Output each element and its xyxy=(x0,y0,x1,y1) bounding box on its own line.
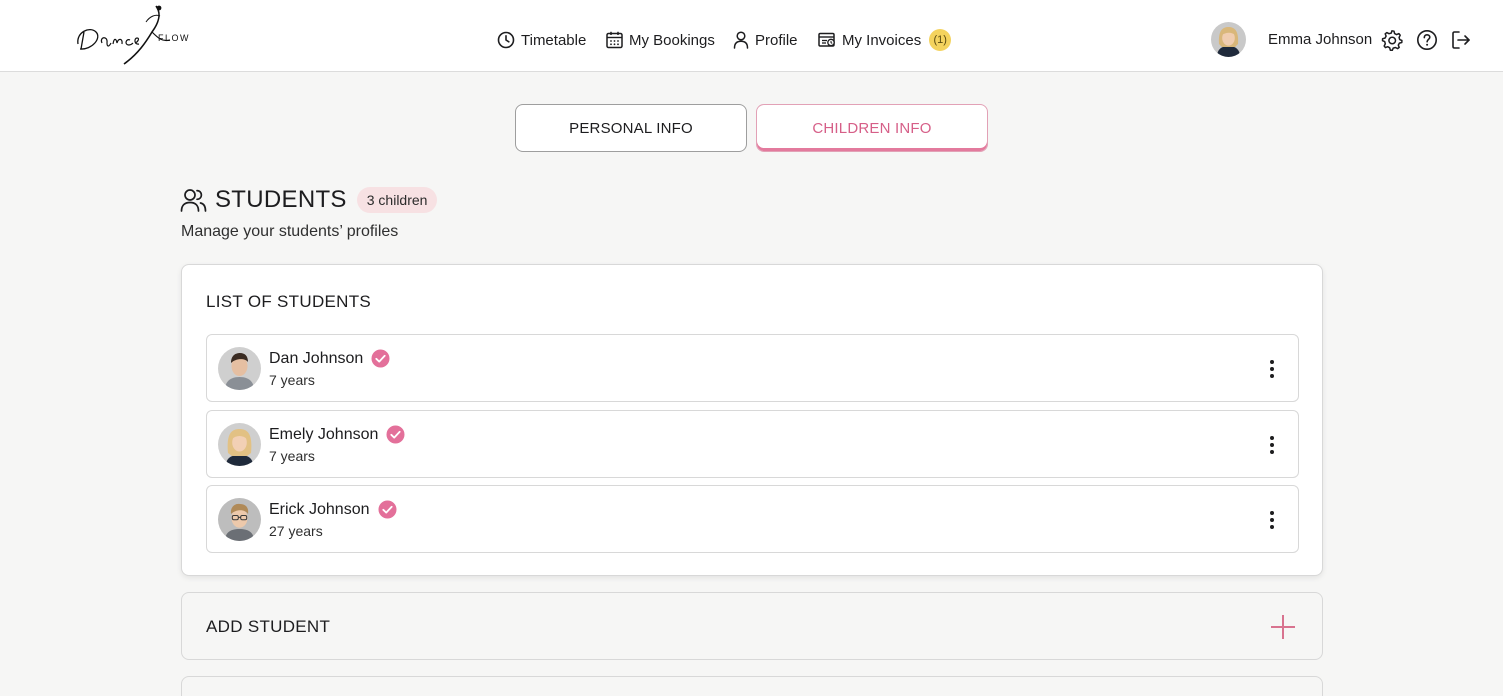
logo-flow-text: FLOW xyxy=(158,33,190,43)
top-header: FLOW Timetable My Bookings Profile My In… xyxy=(0,0,1503,72)
nav-timetable[interactable]: Timetable xyxy=(497,28,586,52)
clock-icon xyxy=(497,31,515,49)
users-icon xyxy=(180,189,207,212)
students-heading: STUDENTS 3 children xyxy=(180,186,438,214)
student-row-emely[interactable]: Emely Johnson 7 years xyxy=(206,410,1299,478)
children-count-badge: 3 children xyxy=(356,187,438,213)
student-age: 7 years xyxy=(269,372,315,388)
more-options-icon[interactable] xyxy=(1262,433,1282,457)
next-section-card xyxy=(181,676,1323,696)
invoice-icon xyxy=(818,32,835,47)
more-options-icon[interactable] xyxy=(1262,508,1282,532)
student-avatar xyxy=(218,423,261,466)
verified-check-icon xyxy=(378,500,396,519)
nav-profile[interactable]: Profile xyxy=(733,28,798,52)
student-name: Dan Johnson xyxy=(269,349,390,368)
nav-my-invoices[interactable]: My Invoices (1) xyxy=(818,28,952,52)
student-name-text: Emely Johnson xyxy=(269,425,379,443)
student-name-text: Erick Johnson xyxy=(269,500,370,518)
gear-icon[interactable] xyxy=(1381,29,1403,51)
nav-my-invoices-label: My Invoices xyxy=(842,31,922,49)
nav-timetable-label: Timetable xyxy=(521,31,587,49)
student-avatar xyxy=(218,498,261,541)
students-title: STUDENTS xyxy=(215,186,347,213)
verified-check-icon xyxy=(371,349,390,368)
tab-children-info-label: CHILDREN INFO xyxy=(812,119,932,137)
invoice-count-badge: (1) xyxy=(929,29,952,51)
students-subtitle: Manage your students’ profiles xyxy=(181,223,399,240)
student-name: Emely Johnson xyxy=(269,425,405,444)
students-list-card: LIST OF STUDENTS Dan Johnson 7 years Eme… xyxy=(181,264,1323,576)
nav-my-bookings-label: My Bookings xyxy=(629,31,715,49)
tab-personal-info[interactable]: PERSONAL INFO xyxy=(515,104,747,152)
help-icon[interactable] xyxy=(1416,29,1438,51)
student-age: 7 years xyxy=(269,448,315,464)
tab-children-info[interactable]: CHILDREN INFO xyxy=(756,104,988,152)
person-icon xyxy=(733,31,749,49)
list-title: LIST OF STUDENTS xyxy=(206,292,372,311)
student-name: Erick Johnson xyxy=(269,500,397,519)
nav-my-bookings[interactable]: My Bookings xyxy=(606,28,715,52)
user-avatar[interactable] xyxy=(1211,22,1246,57)
verified-check-icon xyxy=(386,425,405,444)
logout-icon[interactable] xyxy=(1450,29,1472,51)
student-age: 27 years xyxy=(269,523,323,539)
calendar-icon xyxy=(606,31,623,49)
student-name-text: Dan Johnson xyxy=(269,349,364,367)
student-avatar xyxy=(218,347,261,390)
nav-profile-label: Profile xyxy=(755,31,798,49)
add-student-label: ADD STUDENT xyxy=(206,617,331,636)
plus-icon[interactable] xyxy=(1270,614,1296,640)
dance-flow-logo[interactable]: FLOW xyxy=(72,2,196,66)
user-name[interactable]: Emma Johnson xyxy=(1268,31,1372,48)
more-options-icon[interactable] xyxy=(1262,357,1282,381)
tab-personal-info-label: PERSONAL INFO xyxy=(569,119,693,137)
add-student-button[interactable]: ADD STUDENT xyxy=(181,592,1323,660)
student-row-erick[interactable]: Erick Johnson 27 years xyxy=(206,485,1299,553)
student-row-dan[interactable]: Dan Johnson 7 years xyxy=(206,334,1299,402)
